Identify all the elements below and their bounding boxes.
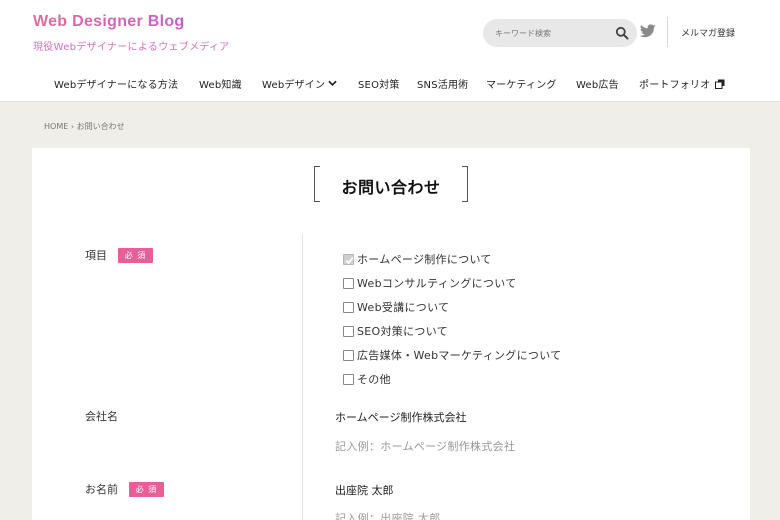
- nav-item-become-designer[interactable]: Webデザイナーになる方法: [54, 76, 178, 91]
- newsletter-link[interactable]: メルマガ登録: [681, 26, 735, 39]
- checkbox-label: ホームページ制作について: [357, 253, 492, 266]
- nav-item-web-design[interactable]: Webデザイン: [262, 76, 337, 91]
- page-title: お問い合わせ: [341, 178, 441, 197]
- page-title-frame: お問い合わせ: [314, 166, 468, 202]
- checkbox-advertising[interactable]: 広告媒体・Webマーケティングについて: [343, 343, 561, 367]
- checkbox-label: その他: [357, 373, 391, 386]
- checkbox-label: SEO対策について: [357, 325, 448, 338]
- chevron-down-icon: [328, 80, 337, 86]
- site-logo-title[interactable]: Web Designer Blog: [33, 13, 185, 31]
- nav-item-label: Web広告: [576, 80, 619, 91]
- checkbox-label: 広告媒体・Webマーケティングについて: [357, 349, 562, 362]
- company-example-hint: 記入例：ホームページ制作株式会社: [335, 440, 516, 453]
- checkbox-unchecked[interactable]: [343, 325, 354, 337]
- title-bracket-right: [462, 166, 468, 202]
- nav-item-label: マーケティング: [486, 80, 557, 91]
- breadcrumb-current: お問い合わせ: [76, 122, 125, 131]
- checkbox-label: Webコンサルティングについて: [357, 277, 517, 290]
- checkbox-other[interactable]: その他: [343, 367, 561, 391]
- nav-item-portfolio[interactable]: ポートフォリオ: [639, 76, 725, 91]
- company-label-text: 会社名: [85, 410, 118, 423]
- name-example-hint: 記入例：出座院 太郎: [335, 512, 441, 520]
- checkbox-seo[interactable]: SEO対策について: [343, 319, 561, 343]
- nav-item-label: SEO対策: [358, 80, 400, 91]
- item-field-label: 項目 必 須: [85, 247, 153, 263]
- checkbox-web-course[interactable]: Web受講について: [343, 295, 561, 319]
- checkbox-unchecked[interactable]: [343, 373, 354, 385]
- header-divider: [667, 17, 668, 47]
- checkbox-unchecked[interactable]: [343, 301, 354, 313]
- full-name-input[interactable]: [335, 479, 715, 501]
- nav-item-marketing[interactable]: マーケティング: [486, 76, 557, 91]
- nav-item-web-knowledge[interactable]: Web知識: [199, 76, 242, 91]
- nav-item-label: SNS活用術: [417, 80, 469, 91]
- nav-item-web-ads[interactable]: Web広告: [576, 76, 619, 91]
- site-header: Web Designer Blog 現役Webデザイナーによるウェブメディア メ…: [0, 0, 780, 102]
- required-badge: 必 須: [129, 481, 164, 497]
- item-label-text: 項目: [85, 249, 107, 262]
- name-label-text: お名前: [85, 483, 118, 496]
- contact-form-card: お問い合わせ 項目 必 須 ホームページ制作について Webコンサルティングにつ…: [32, 148, 750, 520]
- checkbox-unchecked[interactable]: [343, 277, 354, 289]
- main-nav: Webデザイナーになる方法 Web知識 Webデザイン SEO対策 SNS活用術…: [0, 76, 780, 92]
- breadcrumb-separator: ›: [70, 122, 75, 131]
- check-icon: [345, 256, 354, 264]
- checkbox-checked[interactable]: [343, 253, 354, 265]
- nav-item-label: Webデザイナーになる方法: [54, 80, 179, 91]
- company-name-input[interactable]: [335, 406, 715, 428]
- search-box: [483, 19, 637, 47]
- search-icon[interactable]: [615, 26, 629, 40]
- required-badge: 必 須: [118, 247, 153, 263]
- name-field-label: お名前 必 須: [85, 481, 164, 497]
- nav-item-label: Web知識: [199, 80, 242, 91]
- company-field-label: 会社名: [85, 408, 118, 424]
- twitter-icon[interactable]: [640, 24, 656, 38]
- nav-item-label: Webデザイン: [262, 80, 326, 91]
- checkbox-web-consulting[interactable]: Webコンサルティングについて: [343, 271, 561, 295]
- external-link-icon: [715, 79, 725, 89]
- checkbox-homepage-production[interactable]: ホームページ制作について: [343, 247, 561, 271]
- form-column-divider: [302, 234, 303, 520]
- checkbox-label: Web受講について: [357, 301, 450, 314]
- checkbox-unchecked[interactable]: [343, 349, 354, 361]
- nav-item-sns[interactable]: SNS活用術: [417, 76, 468, 91]
- breadcrumb: HOME › お問い合わせ: [44, 121, 125, 132]
- search-input[interactable]: [495, 28, 615, 38]
- nav-item-seo[interactable]: SEO対策: [358, 76, 400, 91]
- nav-item-label: ポートフォリオ: [639, 80, 711, 91]
- breadcrumb-home[interactable]: HOME: [44, 122, 68, 131]
- inquiry-type-checkboxes: ホームページ制作について Webコンサルティングについて Web受講について S…: [343, 247, 561, 391]
- site-tagline: 現役Webデザイナーによるウェブメディア: [33, 42, 230, 53]
